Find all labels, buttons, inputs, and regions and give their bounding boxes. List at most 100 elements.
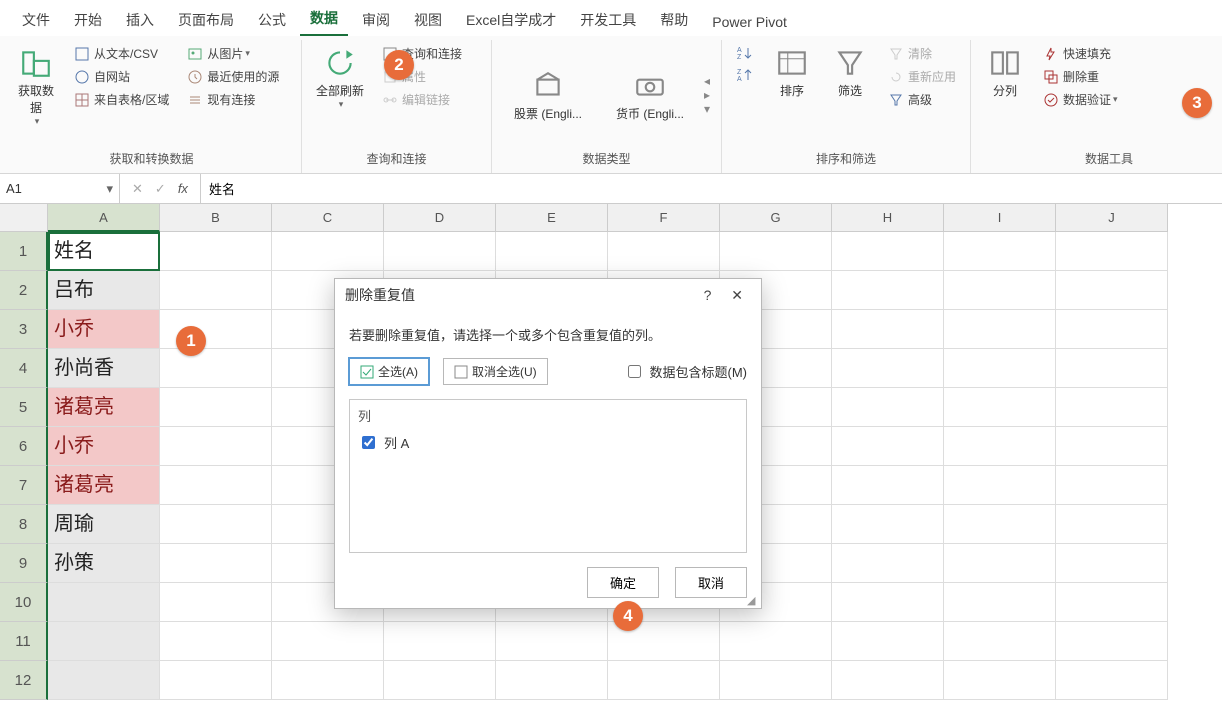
cell[interactable]	[384, 622, 496, 661]
cell[interactable]	[608, 232, 720, 271]
expand-icon[interactable]: ▾	[704, 102, 710, 116]
cell[interactable]	[944, 622, 1056, 661]
advanced-filter-button[interactable]: 高级	[882, 88, 962, 111]
cell[interactable]	[944, 661, 1056, 700]
col-head-H[interactable]: H	[832, 204, 944, 232]
cell[interactable]	[1056, 544, 1168, 583]
cell[interactable]	[1056, 427, 1168, 466]
cell[interactable]: 吕布	[48, 271, 160, 310]
cell[interactable]	[496, 661, 608, 700]
col-head-G[interactable]: G	[720, 204, 832, 232]
cell[interactable]	[160, 427, 272, 466]
select-all-button[interactable]: 全选(A)	[349, 358, 429, 385]
cell[interactable]	[832, 349, 944, 388]
row-head[interactable]: 6	[0, 427, 48, 466]
cell[interactable]	[160, 349, 272, 388]
cell[interactable]	[944, 271, 1056, 310]
sort-desc-button[interactable]: ZA	[730, 64, 762, 86]
tab-layout[interactable]: 页面布局	[168, 6, 244, 36]
cell[interactable]	[48, 583, 160, 622]
cell[interactable]	[1056, 232, 1168, 271]
cell[interactable]	[944, 505, 1056, 544]
row-head[interactable]: 5	[0, 388, 48, 427]
list-item[interactable]: 列 A	[358, 431, 738, 454]
cell[interactable]	[944, 583, 1056, 622]
remove-duplicates-button[interactable]: 删除重	[1037, 65, 1124, 88]
cell[interactable]	[832, 271, 944, 310]
cell[interactable]	[720, 661, 832, 700]
row-head[interactable]: 1	[0, 232, 48, 271]
cell[interactable]	[832, 622, 944, 661]
row-head[interactable]: 2	[0, 271, 48, 310]
cell[interactable]	[160, 622, 272, 661]
close-icon[interactable]: ✕	[723, 287, 751, 303]
cell[interactable]	[160, 583, 272, 622]
recent-sources-button[interactable]: 最近使用的源	[181, 65, 285, 88]
from-web-button[interactable]: 自网站	[68, 65, 175, 88]
col-head-F[interactable]: F	[608, 204, 720, 232]
tab-file[interactable]: 文件	[12, 6, 60, 36]
cell[interactable]	[48, 661, 160, 700]
cell[interactable]	[832, 544, 944, 583]
tab-insert[interactable]: 插入	[116, 6, 164, 36]
chevron-down-icon[interactable]: ▾	[106, 181, 113, 197]
cell[interactable]	[832, 310, 944, 349]
col-head-J[interactable]: J	[1056, 204, 1168, 232]
cell[interactable]	[384, 232, 496, 271]
cell[interactable]	[384, 661, 496, 700]
row-head[interactable]: 9	[0, 544, 48, 583]
cell[interactable]	[496, 622, 608, 661]
columns-list[interactable]: 列 列 A	[349, 399, 747, 553]
column-checkbox[interactable]	[362, 436, 375, 449]
formula-input[interactable]	[201, 174, 1222, 203]
cell[interactable]: 诸葛亮	[48, 388, 160, 427]
ok-button[interactable]: 确定	[587, 567, 659, 598]
cell[interactable]	[160, 232, 272, 271]
row-head[interactable]: 8	[0, 505, 48, 544]
get-data-button[interactable]: 获取数 据 ▾	[10, 42, 62, 131]
refresh-all-button[interactable]: 全部刷新 ▾	[310, 42, 370, 114]
col-head-D[interactable]: D	[384, 204, 496, 232]
col-head-E[interactable]: E	[496, 204, 608, 232]
cell[interactable]	[1056, 388, 1168, 427]
cell[interactable]	[608, 661, 720, 700]
cell[interactable]	[832, 427, 944, 466]
cancel-button[interactable]: 取消	[675, 567, 747, 598]
cell[interactable]	[160, 388, 272, 427]
col-head-C[interactable]: C	[272, 204, 384, 232]
row-head[interactable]: 11	[0, 622, 48, 661]
chevron-left-icon[interactable]: ◂	[704, 74, 710, 88]
fx-icon[interactable]: fx	[172, 181, 194, 196]
from-picture-button[interactable]: 从图片 ▾	[181, 42, 285, 65]
from-text-csv-button[interactable]: 从文本/CSV	[68, 42, 175, 65]
cell[interactable]	[832, 505, 944, 544]
cell[interactable]	[160, 661, 272, 700]
stocks-button[interactable]: 股票 (Engli...	[500, 65, 596, 126]
cell[interactable]	[48, 622, 160, 661]
col-head-A[interactable]: A	[48, 204, 160, 232]
data-has-header-checkbox[interactable]	[628, 365, 641, 378]
cell[interactable]: 诸葛亮	[48, 466, 160, 505]
cell[interactable]	[272, 661, 384, 700]
col-head-B[interactable]: B	[160, 204, 272, 232]
cell[interactable]	[1056, 622, 1168, 661]
select-all-corner[interactable]	[0, 204, 48, 232]
tab-data[interactable]: 数据	[300, 4, 348, 36]
cell[interactable]	[1056, 310, 1168, 349]
existing-connections-button[interactable]: 现有连接	[181, 88, 285, 111]
cell[interactable]: 周瑜	[48, 505, 160, 544]
cell[interactable]	[944, 310, 1056, 349]
cell[interactable]: 孙尚香	[48, 349, 160, 388]
cell[interactable]	[496, 232, 608, 271]
help-icon[interactable]: ?	[696, 287, 720, 303]
cell[interactable]	[1056, 466, 1168, 505]
cell[interactable]	[1056, 583, 1168, 622]
row-head[interactable]: 7	[0, 466, 48, 505]
cell[interactable]: 小乔	[48, 427, 160, 466]
cell[interactable]	[832, 466, 944, 505]
tab-self-learn[interactable]: Excel自学成才	[456, 6, 566, 36]
cell[interactable]	[832, 661, 944, 700]
row-head[interactable]: 3	[0, 310, 48, 349]
cell[interactable]	[1056, 505, 1168, 544]
cell[interactable]: 小乔	[48, 310, 160, 349]
